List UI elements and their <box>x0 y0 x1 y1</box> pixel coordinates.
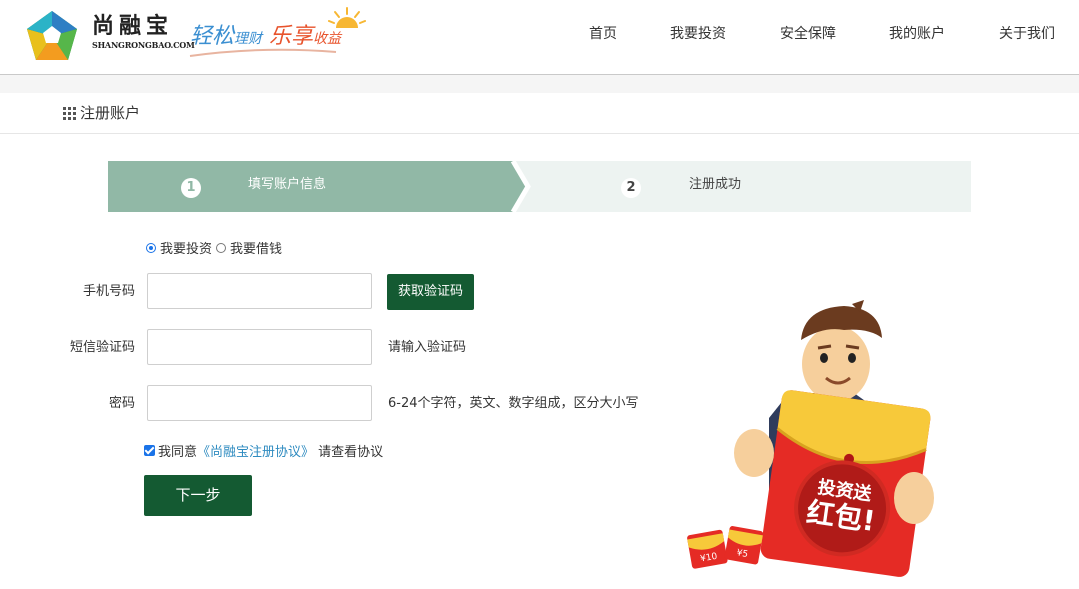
slogan-swoosh <box>189 48 337 57</box>
agree-row: 我同意 《尚融宝注册协议》 请查看协议 <box>144 441 383 460</box>
sun-icon <box>328 7 366 28</box>
agree-prefix: 我同意 <box>158 445 198 460</box>
password-input[interactable] <box>147 385 372 421</box>
slogan-part2: 理财 <box>234 31 263 47</box>
next-step-button[interactable]: 下一步 <box>144 475 252 516</box>
step-1-label: 填写账户信息 <box>248 177 327 192</box>
brand-name[interactable]: 尚融宝 SHANGRONGBAO.COM <box>92 13 195 51</box>
nav-item-invest[interactable]: 我要投资 <box>670 25 726 43</box>
nav-item-about[interactable]: 关于我们 <box>999 25 1055 43</box>
step-1-number: 1 <box>181 178 201 198</box>
red-envelope-mascot: 投资送 红包! ¥10 ¥5 <box>687 300 934 577</box>
agree-checkbox[interactable] <box>144 445 155 456</box>
phone-input[interactable] <box>147 273 372 309</box>
radio-borrow-label[interactable]: 我要借钱 <box>230 238 282 257</box>
step-2-number: 2 <box>621 178 641 198</box>
sms-code-hint: 请输入验证码 <box>388 340 467 355</box>
step-2-label: 注册成功 <box>689 177 742 192</box>
brand-cn: 尚融宝 <box>92 13 174 39</box>
site-header: 尚融宝 SHANGRONGBAO.COM 轻松理财 乐享收益 首页 我要投资 安… <box>0 0 1079 75</box>
header-band <box>0 75 1079 93</box>
pentagon-logo-icon[interactable] <box>25 10 79 62</box>
radio-invest-label[interactable]: 我要投资 <box>160 238 212 257</box>
grid-icon <box>63 107 76 120</box>
phone-label: 手机号码 <box>82 284 135 299</box>
sms-code-label: 短信验证码 <box>69 340 135 355</box>
agree-suffix: 请查看协议 <box>314 445 384 460</box>
slogan-part4: 收益 <box>313 31 342 47</box>
nav-item-account[interactable]: 我的账户 <box>889 25 945 43</box>
user-type-group: 我要投资 我要借钱 <box>146 238 282 257</box>
page-title: 注册账户 <box>80 104 141 122</box>
password-label: 密码 <box>108 396 135 411</box>
password-hint: 6-24个字符，英文、数字组成，区分大小写 <box>388 396 639 411</box>
section-header <box>0 93 1079 134</box>
brand-en: SHANGRONGBAO.COM <box>92 40 195 50</box>
agreement-link[interactable]: 《尚融宝注册协议》 <box>197 441 314 460</box>
nav-item-home[interactable]: 首页 <box>589 25 617 43</box>
nav-item-security[interactable]: 安全保障 <box>780 25 836 43</box>
sms-code-input[interactable] <box>147 329 372 365</box>
step-divider <box>510 161 531 212</box>
radio-invest[interactable] <box>146 242 156 253</box>
radio-borrow[interactable] <box>216 242 227 253</box>
get-code-button[interactable]: 获取验证码 <box>387 274 474 310</box>
coin-5: ¥5 <box>736 548 749 560</box>
